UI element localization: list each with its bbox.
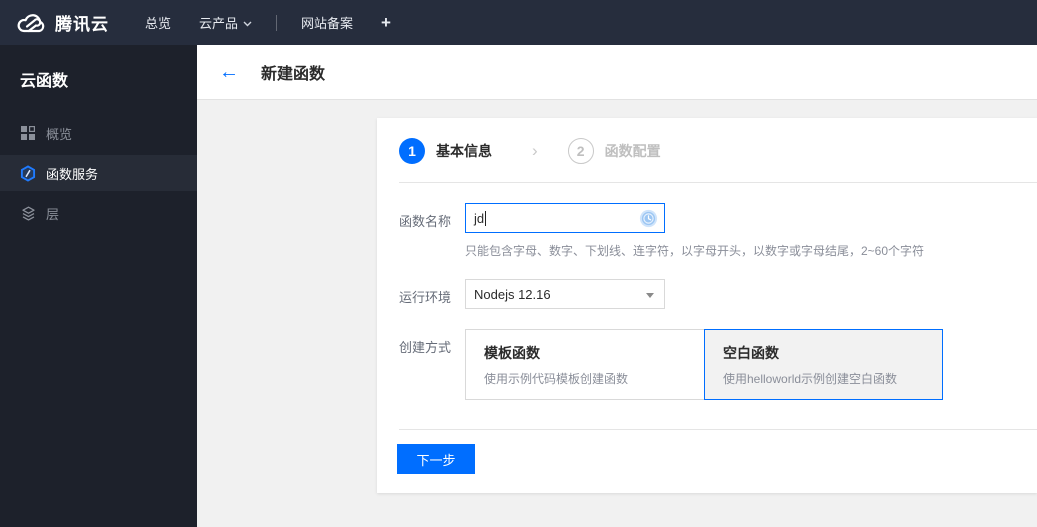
- step-1-label: 基本信息: [436, 143, 492, 159]
- option-desc: 使用示例代码模板创建函数: [484, 372, 629, 386]
- function-name-input[interactable]: jd: [465, 203, 665, 233]
- creation-method-label: 创建方式: [399, 340, 452, 355]
- topnav-divider: [276, 14, 278, 31]
- wizard-stepper: 1 基本信息 › 2 函数配置: [377, 118, 1037, 182]
- creation-method-options: 模板函数 使用示例代码模板创建函数 空白函数 使用helloworld示例创建空…: [465, 329, 943, 400]
- page-header: ← 新建函数: [197, 45, 1037, 100]
- select-caret-icon: [646, 293, 654, 298]
- add-tab-button[interactable]: +: [367, 0, 405, 45]
- sidebar-title: 云函数: [20, 73, 69, 90]
- back-arrow-icon[interactable]: ←: [219, 62, 239, 82]
- brand-name: 腾讯云: [55, 15, 109, 34]
- step-1-circle: 1: [399, 138, 425, 164]
- top-navigation: 总览 云产品 网站备案 +: [131, 0, 405, 45]
- content-area: 1 基本信息 › 2 函数配置 函数名称 jd 只能包含字母、数字、下划线、连字…: [197, 100, 1037, 527]
- sidebar-item-function-service[interactable]: 函数服务: [0, 155, 197, 191]
- create-function-panel: 1 基本信息 › 2 函数配置 函数名称 jd 只能包含字母、数字、下划线、连字…: [377, 118, 1037, 493]
- function-name-help: 只能包含字母、数字、下划线、连字符，以字母开头，以数字或字母结尾，2~60个字符: [465, 244, 925, 258]
- option-title: 空白函数: [723, 345, 779, 361]
- function-name-value: jd: [474, 210, 485, 226]
- next-step-button[interactable]: 下一步: [397, 444, 475, 474]
- tencent-cloud-logo[interactable]: 腾讯云: [0, 10, 131, 35]
- step-2-circle: 2: [567, 138, 594, 164]
- runtime-row: 运行环境 Nodejs 12.16: [399, 279, 1037, 309]
- option-template-function[interactable]: 模板函数 使用示例代码模板创建函数: [465, 329, 705, 400]
- nav-website-icp[interactable]: 网站备案: [287, 0, 367, 45]
- nav-overview[interactable]: 总览: [131, 0, 185, 45]
- sidebar: 云函数 概览 函数服务 层: [0, 45, 197, 527]
- layers-icon: [20, 205, 36, 221]
- nav-cloud-products[interactable]: 云产品: [185, 0, 266, 45]
- runtime-select[interactable]: Nodejs 12.16: [465, 279, 665, 309]
- cloud-logo-icon: [16, 12, 46, 34]
- page-title: 新建函数: [261, 66, 326, 83]
- sidebar-item-layers[interactable]: 层: [0, 195, 197, 231]
- runtime-selected-value: Nodejs 12.16: [474, 286, 551, 302]
- grid-icon: [20, 125, 36, 141]
- option-blank-function[interactable]: 空白函数 使用helloworld示例创建空白函数: [704, 329, 943, 400]
- basic-info-form: 函数名称 jd 只能包含字母、数字、下划线、连字符，以字母开头，以数字或字母结尾…: [377, 183, 1037, 400]
- sidebar-item-label: 函数服务: [46, 166, 99, 182]
- runtime-label: 运行环境: [399, 290, 452, 305]
- text-cursor: [485, 210, 487, 226]
- option-title: 模板函数: [484, 345, 540, 361]
- function-name-row: 函数名称 jd 只能包含字母、数字、下划线、连字符，以字母开头，以数字或字母结尾…: [399, 203, 1037, 259]
- creation-method-row: 创建方式 模板函数 使用示例代码模板创建函数 空白函数 使用helloworld…: [399, 329, 1037, 400]
- sidebar-item-label: 层: [46, 206, 60, 222]
- sidebar-item-overview[interactable]: 概览: [0, 115, 197, 151]
- topbar: 腾讯云 总览 云产品 网站备案 +: [0, 0, 1037, 45]
- sidebar-item-label: 概览: [46, 126, 73, 142]
- scf-hexagon-icon: [20, 164, 36, 182]
- step-separator-icon: ›: [532, 141, 538, 160]
- function-name-label: 函数名称: [399, 214, 452, 229]
- chevron-down-icon: [243, 15, 252, 30]
- step-2-label: 函数配置: [604, 143, 661, 159]
- clock-icon: [639, 209, 658, 233]
- option-desc: 使用helloworld示例创建空白函数: [723, 372, 898, 386]
